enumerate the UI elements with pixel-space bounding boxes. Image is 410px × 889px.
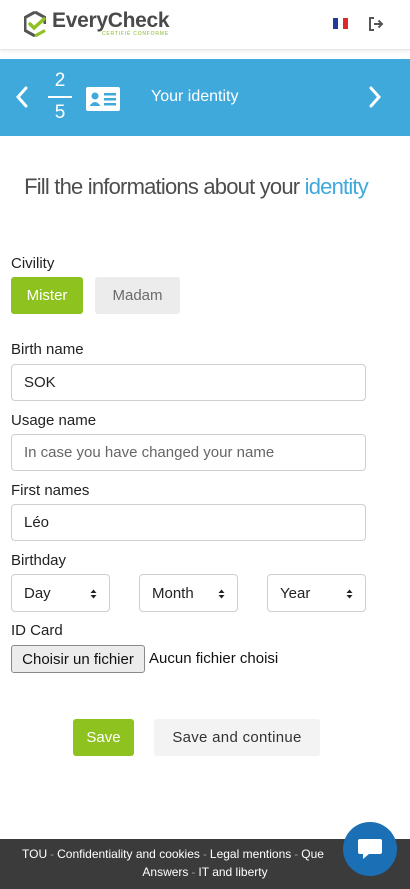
- birth-name-label: Birth name: [11, 341, 84, 358]
- chat-icon-glyph: [358, 839, 382, 859]
- brand-tagline: CERTIFIÉ CONFORME: [102, 31, 169, 37]
- usage-name-label: Usage name: [11, 412, 97, 429]
- save-and-continue-button[interactable]: Save and continue: [154, 719, 320, 756]
- footer-link-confidentiality[interactable]: Confidentiality and cookies: [57, 847, 200, 861]
- step-bar: 2 5 Your identity: [0, 59, 410, 136]
- logout-icon[interactable]: [368, 16, 384, 32]
- page-title: Fill the informations about your identit…: [0, 174, 392, 200]
- step-counter: 2 5: [48, 69, 72, 125]
- chat-bubble-icon[interactable]: [343, 822, 397, 876]
- birth-name-input[interactable]: SOK: [11, 364, 366, 401]
- footer-link-questions[interactable]: Que: [301, 847, 324, 861]
- step-total: 5: [54, 102, 66, 123]
- civility-label: Civility: [11, 255, 55, 272]
- footer-link-answers[interactable]: Answers: [142, 865, 188, 879]
- footer-links-row-2: Answers - IT and liberty: [142, 865, 268, 879]
- birthday-month-select[interactable]: Month: [139, 574, 238, 612]
- french-flag-icon[interactable]: [333, 18, 348, 29]
- choose-file-button[interactable]: Choisir un fichier: [11, 645, 145, 673]
- civility-mister-button[interactable]: Mister: [11, 277, 83, 314]
- birthday-year-select[interactable]: Year: [267, 574, 366, 612]
- first-names-label: First names: [11, 482, 90, 499]
- logo-hexagon-icon: [24, 10, 46, 37]
- step-current: 2: [54, 70, 66, 91]
- brand-name: EveryCheck: [52, 9, 170, 32]
- footer-link-it-liberty[interactable]: IT and liberty: [198, 865, 267, 879]
- month-select-value: Month: [152, 584, 194, 602]
- chevron-right-icon[interactable]: [367, 85, 383, 109]
- file-status-text: Aucun fichier choisi: [149, 650, 279, 667]
- top-header: EveryCheck CERTIFIÉ CONFORME: [0, 0, 410, 50]
- civility-madam-button[interactable]: Madam: [95, 277, 180, 314]
- first-names-input[interactable]: Léo: [11, 504, 366, 541]
- footer-link-tou[interactable]: TOU: [22, 847, 47, 861]
- select-arrows-icon: [218, 589, 225, 599]
- everycheck-logo[interactable]: EveryCheck CERTIFIÉ CONFORME: [24, 9, 170, 37]
- page-title-main: Fill the informations about your: [24, 174, 305, 199]
- fraction-divider: [48, 96, 72, 98]
- id-card-icon: [86, 87, 120, 111]
- footer-links-row-1: TOU - Confidentiality and cookies - Legal me…: [22, 847, 324, 861]
- select-arrows-icon: [90, 589, 97, 599]
- day-select-value: Day: [24, 584, 51, 602]
- year-select-value: Year: [280, 584, 311, 602]
- usage-name-input[interactable]: In case you have changed your name: [11, 434, 366, 471]
- save-button[interactable]: Save: [73, 719, 134, 756]
- footer-link-legal-mentions[interactable]: Legal mentions: [210, 847, 291, 861]
- select-arrows-icon: [346, 589, 353, 599]
- birthday-label: Birthday: [11, 552, 67, 569]
- birthday-day-select[interactable]: Day: [11, 574, 110, 612]
- step-title: Your identity: [151, 88, 239, 105]
- page-title-accent: identity: [304, 174, 369, 199]
- id-card-label: ID Card: [11, 622, 63, 639]
- chevron-left-icon[interactable]: [14, 85, 30, 109]
